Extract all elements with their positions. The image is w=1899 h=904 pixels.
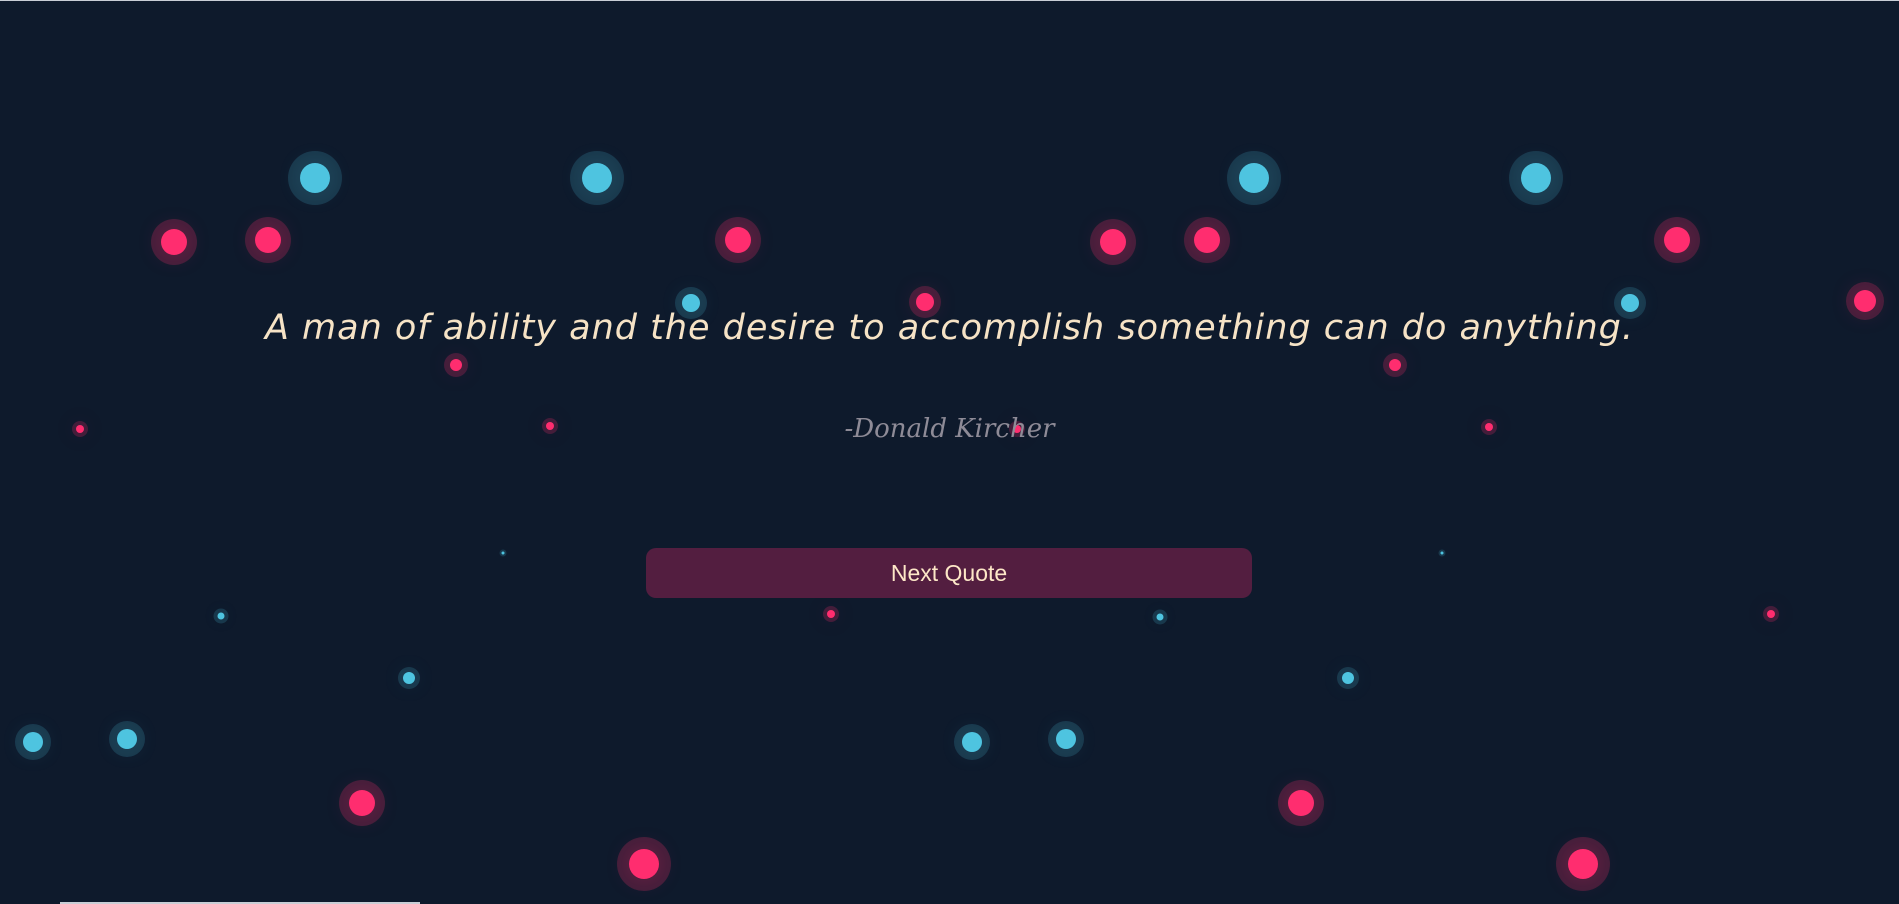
pink-glow-dot xyxy=(450,359,462,371)
pink-glow-dot xyxy=(255,227,281,253)
quote-text: A man of ability and the desire to accom… xyxy=(264,308,1635,348)
blue-glow-dot xyxy=(23,732,43,752)
pink-glow-dot xyxy=(1568,849,1598,879)
pink-glow-dot xyxy=(629,849,659,879)
pink-glow-dot xyxy=(725,227,751,253)
pink-glow-dot xyxy=(827,610,835,618)
pink-glow-dot xyxy=(1767,610,1775,618)
blue-glow-dot xyxy=(962,732,982,752)
blue-glow-dot xyxy=(1440,551,1444,555)
blue-glow-dot xyxy=(1342,672,1354,684)
pink-glow-dot xyxy=(1194,227,1220,253)
blue-glow-dot xyxy=(501,551,505,555)
blue-glow-dot xyxy=(582,163,612,193)
blue-glow-dot xyxy=(117,729,137,749)
pink-glow-dot xyxy=(1288,790,1314,816)
pink-glow-dot xyxy=(161,229,187,255)
blue-glow-dot xyxy=(1156,613,1164,621)
blue-glow-dot xyxy=(300,163,330,193)
top-border xyxy=(0,0,1899,1)
pink-glow-dot xyxy=(1664,227,1690,253)
next-quote-button[interactable]: Next Quote xyxy=(646,548,1252,598)
blue-glow-dot xyxy=(1056,729,1076,749)
pink-glow-dot xyxy=(1389,359,1401,371)
blue-glow-dot xyxy=(1521,163,1551,193)
quote-author: -Donald Kircher xyxy=(844,414,1055,444)
pink-glow-dot xyxy=(349,790,375,816)
quote-page: A man of ability and the desire to accom… xyxy=(0,0,1899,904)
blue-glow-dot xyxy=(403,672,415,684)
blue-glow-dot xyxy=(1239,163,1269,193)
blue-glow-dot xyxy=(217,612,225,620)
pink-glow-dot xyxy=(1100,229,1126,255)
